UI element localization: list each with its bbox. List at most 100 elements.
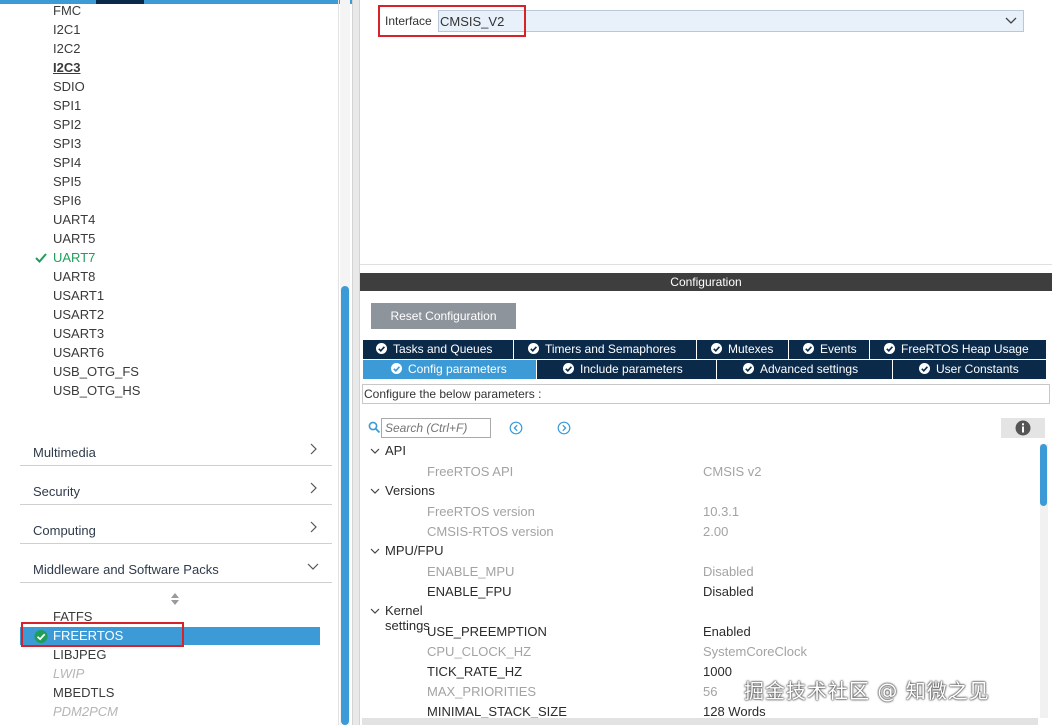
- peripheral-item[interactable]: USART3: [53, 324, 104, 343]
- params-horizontal-scrollbar[interactable]: [362, 718, 1038, 725]
- panel-splitter[interactable]: [352, 0, 360, 725]
- tab-tasks-and-queues[interactable]: Tasks and Queues: [363, 340, 514, 359]
- category-computing[interactable]: Computing: [20, 506, 332, 544]
- tab-timers-and-semaphores[interactable]: Timers and Semaphores: [514, 340, 697, 359]
- param-group-label: Versions: [385, 483, 435, 498]
- params-scrollbar-thumb[interactable]: [1040, 444, 1047, 506]
- peripheral-item[interactable]: SPI6: [53, 191, 81, 210]
- chevron-down-icon: [307, 563, 319, 570]
- param-row[interactable]: CPU_CLOCK_HZ SystemCoreClock: [427, 642, 1027, 662]
- param-row[interactable]: FreeRTOS API CMSIS v2: [427, 462, 1027, 482]
- check-circle-icon: [376, 343, 387, 354]
- middleware-item[interactable]: LIBJPEG: [53, 645, 106, 664]
- search-input[interactable]: [381, 418, 491, 438]
- category-security[interactable]: Security: [20, 467, 332, 505]
- left-panel-border: [338, 0, 339, 725]
- tab-user-constants[interactable]: User Constants: [893, 360, 1047, 379]
- param-name: FreeRTOS API: [427, 464, 514, 479]
- middleware-item[interactable]: LWIP: [53, 664, 84, 683]
- configuration-header: Configuration: [360, 273, 1052, 291]
- tab-indicator[interactable]: [96, 0, 144, 4]
- middleware-item[interactable]: MBEDTLS: [53, 683, 114, 702]
- peripheral-item[interactable]: I2C2: [53, 39, 80, 58]
- param-value: Disabled: [703, 564, 754, 579]
- peripheral-item[interactable]: USART6: [53, 343, 104, 362]
- peripheral-item[interactable]: SPI5: [53, 172, 81, 191]
- peripheral-item[interactable]: SPI2: [53, 115, 81, 134]
- param-row[interactable]: ENABLE_FPU Disabled: [427, 582, 1027, 602]
- chevron-down-icon: [370, 488, 380, 494]
- tab-label: Events: [820, 342, 857, 356]
- check-circle-icon: [884, 343, 895, 354]
- tab-label: Include parameters: [580, 362, 683, 376]
- param-value[interactable]: Enabled: [703, 622, 751, 642]
- peripheral-item[interactable]: I2C3: [53, 58, 80, 77]
- param-value: 10.3.1: [703, 504, 740, 519]
- param-group-label: API: [385, 443, 406, 458]
- tab-freertos-heap-usage[interactable]: FreeRTOS Heap Usage: [870, 340, 1047, 359]
- previous-match-icon[interactable]: [509, 421, 523, 435]
- tab-label: Advanced settings: [760, 362, 859, 376]
- chevron-down-icon: [370, 448, 380, 454]
- tab-label: Timers and Semaphores: [545, 342, 676, 356]
- config-description: Configure the below parameters :: [364, 387, 542, 401]
- param-name: MAX_PRIORITIES: [427, 684, 537, 699]
- tab-events[interactable]: Events: [789, 340, 870, 359]
- tab-advanced-settings[interactable]: Advanced settings: [717, 360, 893, 379]
- tab-strip-border: [144, 0, 352, 6]
- peripheral-item[interactable]: SPI3: [53, 134, 81, 153]
- reset-configuration-button[interactable]: Reset Configuration: [371, 303, 516, 329]
- tab-include-parameters[interactable]: Include parameters: [537, 360, 717, 379]
- tab-label: Mutexes: [728, 342, 774, 356]
- info-button[interactable]: [1001, 418, 1045, 438]
- peripheral-item[interactable]: USART2: [53, 305, 104, 324]
- divider: [360, 264, 1052, 265]
- param-row[interactable]: FreeRTOS version 10.3.1: [427, 502, 1027, 522]
- param-name: TICK_RATE_HZ: [427, 664, 523, 679]
- chevron-right-icon: [310, 521, 317, 533]
- peripheral-item[interactable]: USART1: [53, 286, 104, 305]
- param-row[interactable]: ENABLE_MPU Disabled: [427, 562, 1027, 582]
- middleware-item[interactable]: PDM2PCM: [53, 702, 118, 721]
- category-label: Security: [33, 484, 80, 499]
- peripheral-item[interactable]: SPI4: [53, 153, 81, 172]
- param-value[interactable]: 1000: [703, 662, 732, 682]
- check-icon: [35, 253, 47, 263]
- tab-mutexes[interactable]: Mutexes: [697, 340, 789, 359]
- param-row[interactable]: USE_PREEMPTION Enabled: [427, 622, 1027, 642]
- chevron-down-icon[interactable]: [1004, 14, 1018, 28]
- param-value[interactable]: Disabled: [703, 582, 754, 602]
- param-row[interactable]: CMSIS-RTOS version 2.00: [427, 522, 1027, 542]
- peripheral-item[interactable]: UART8: [53, 267, 95, 286]
- peripheral-item[interactable]: SPI1: [53, 96, 81, 115]
- check-circle-icon: [528, 343, 539, 354]
- check-circle-icon: [919, 363, 930, 374]
- check-circle-icon: [711, 343, 722, 354]
- peripheral-item[interactable]: USB_OTG_FS: [53, 362, 139, 381]
- config-tabs-row-1: Tasks and Queues Timers and Semaphores Mut…: [363, 340, 1047, 359]
- tab-config-parameters[interactable]: Config parameters: [363, 360, 537, 379]
- peripheral-item[interactable]: I2C1: [53, 20, 80, 39]
- category-middleware[interactable]: Middleware and Software Packs: [20, 545, 332, 583]
- category-label: Multimedia: [33, 445, 96, 460]
- param-name: FreeRTOS version: [427, 504, 535, 519]
- watermark: 掘金技术社区 @ 知微之见: [744, 679, 990, 703]
- param-name: USE_PREEMPTION: [427, 624, 547, 639]
- param-name: ENABLE_FPU: [427, 584, 512, 599]
- config-tabs-row-2: Config parameters Include parameters Advan…: [363, 360, 1047, 380]
- sort-icon[interactable]: [169, 592, 181, 606]
- left-scrollbar-thumb[interactable]: [341, 286, 349, 725]
- check-circle-icon: [391, 363, 402, 374]
- category-label: Middleware and Software Packs: [33, 562, 219, 577]
- tab-indicator-active[interactable]: [0, 0, 96, 4]
- peripheral-item[interactable]: UART7: [53, 248, 95, 267]
- chevron-right-icon: [310, 443, 317, 455]
- category-multimedia[interactable]: Multimedia: [20, 428, 332, 466]
- peripheral-item[interactable]: SDIO: [53, 77, 85, 96]
- peripheral-item[interactable]: FMC: [53, 1, 81, 20]
- peripheral-item[interactable]: USB_OTG_HS: [53, 381, 140, 400]
- peripheral-item[interactable]: UART5: [53, 229, 95, 248]
- param-name: CMSIS-RTOS version: [427, 524, 554, 539]
- next-match-icon[interactable]: [557, 421, 571, 435]
- peripheral-item[interactable]: UART4: [53, 210, 95, 229]
